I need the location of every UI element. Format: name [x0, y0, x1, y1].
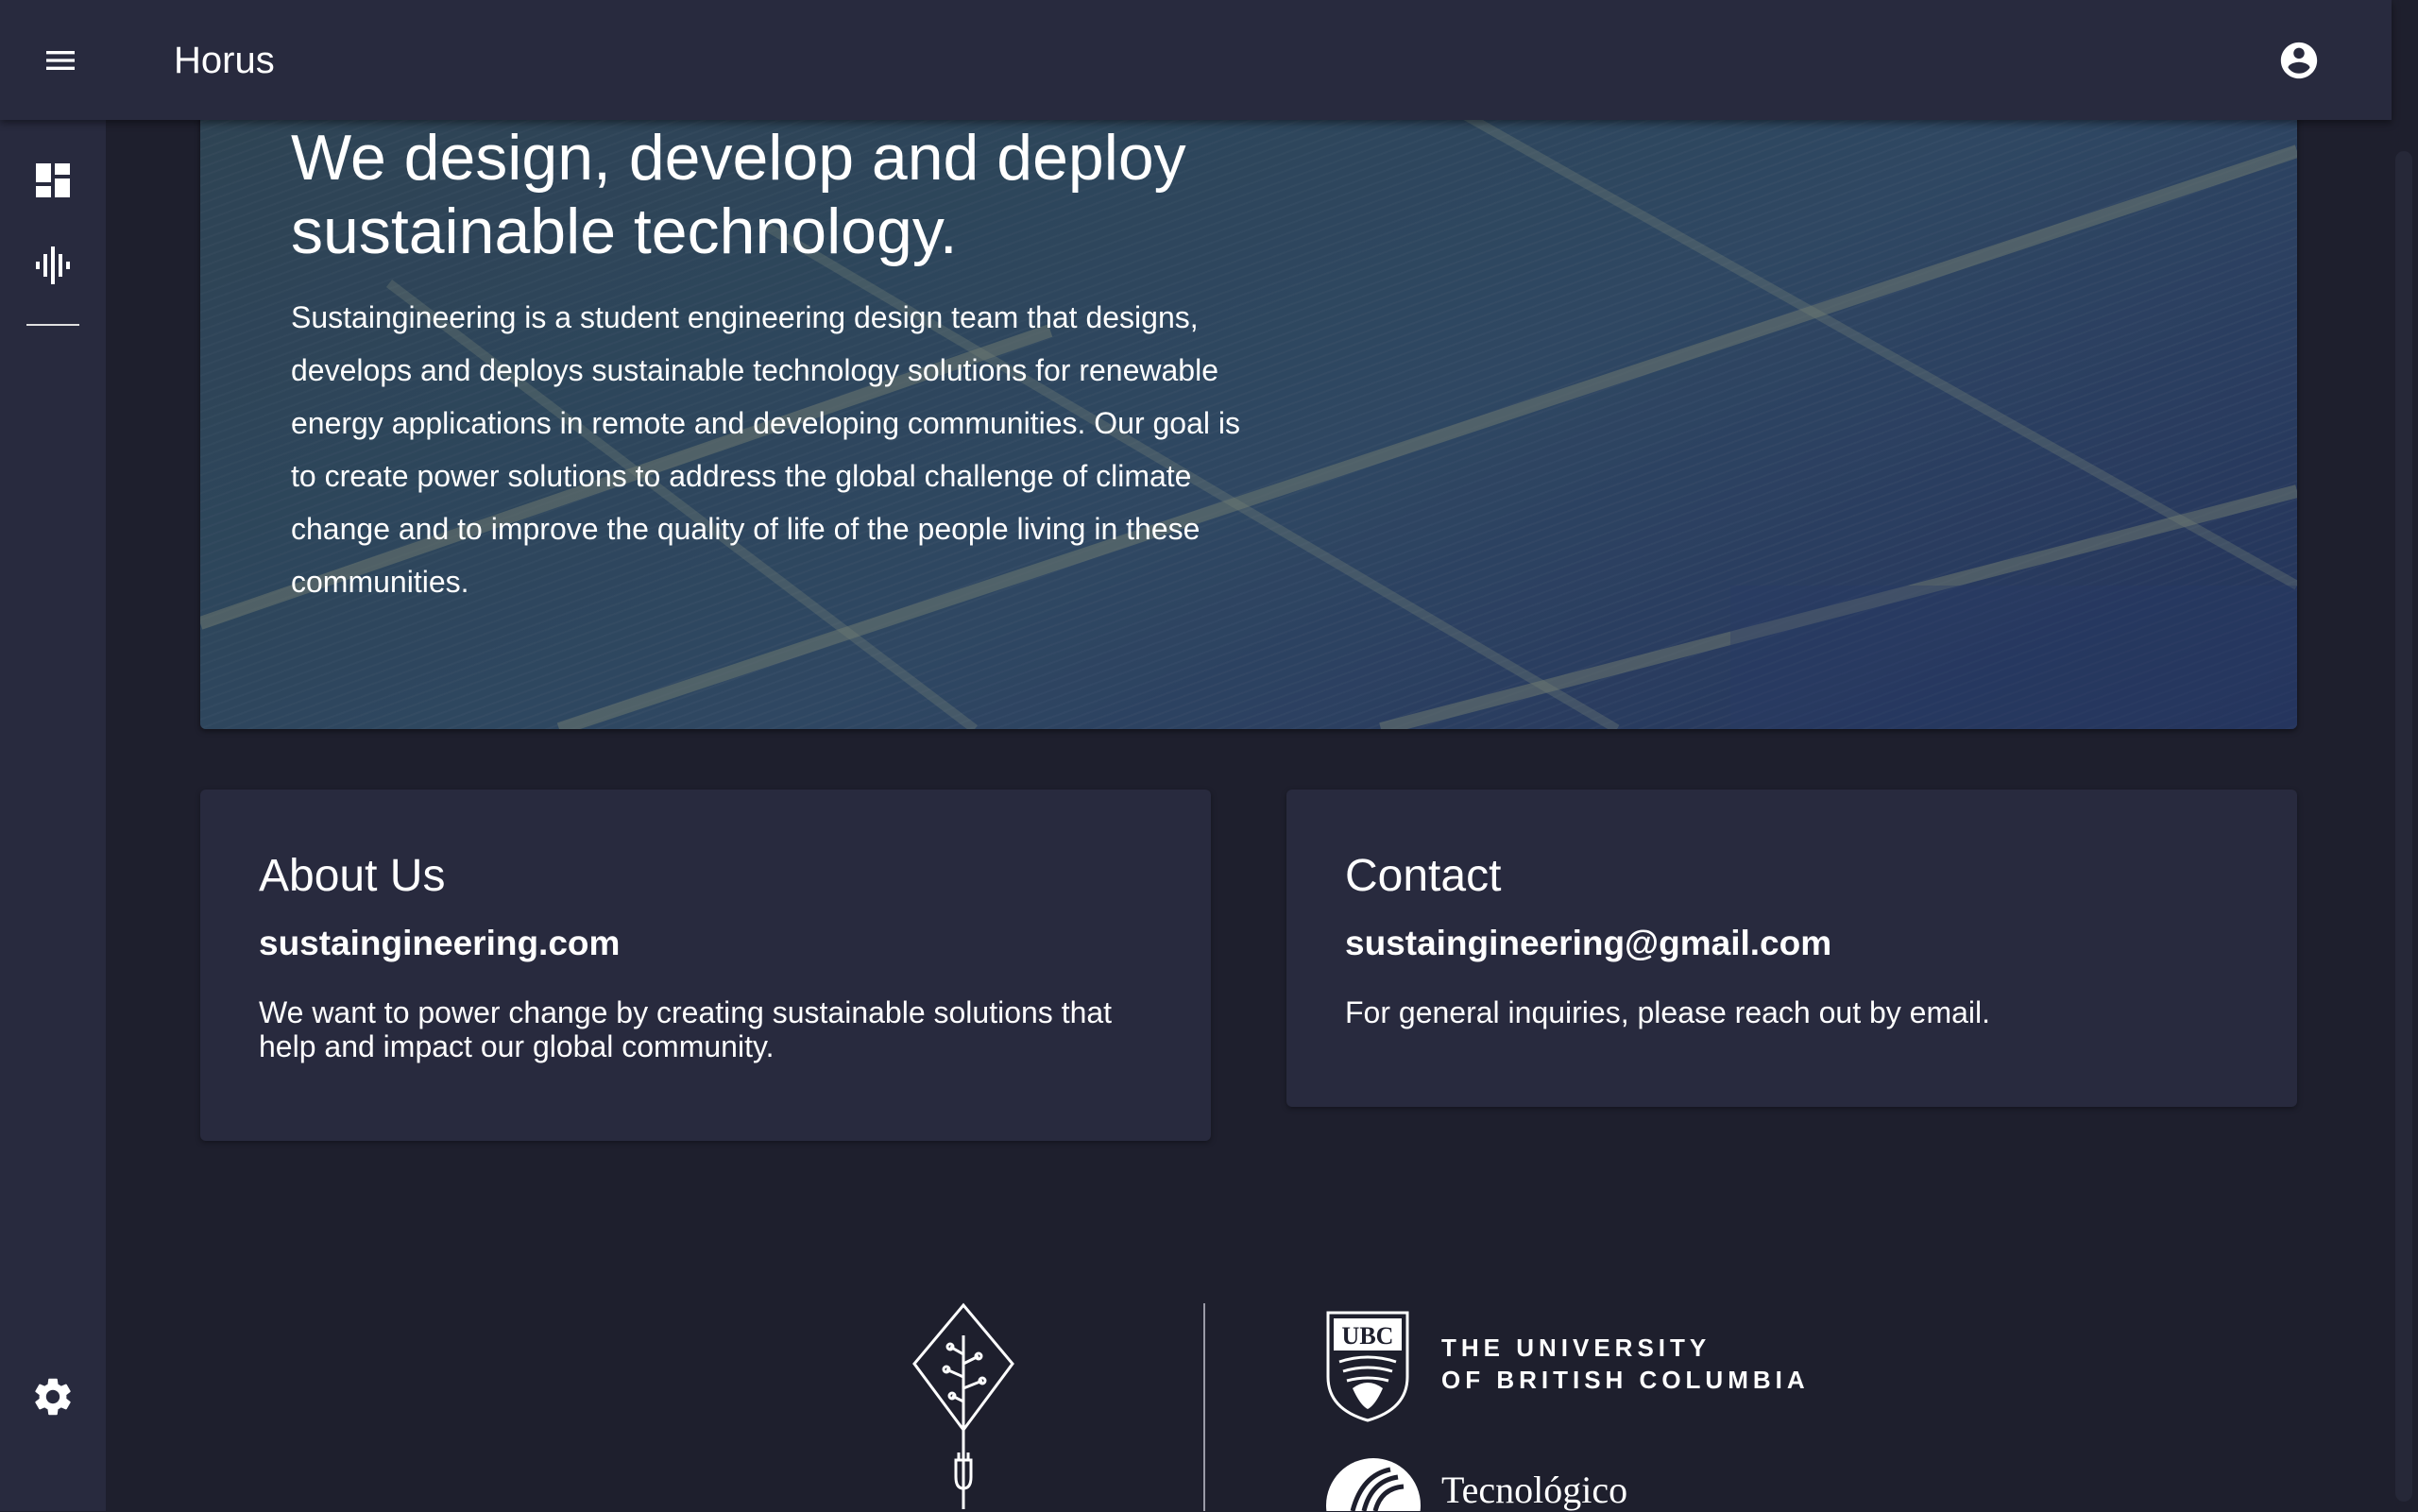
ubc-crest-logo: UBC	[1326, 1311, 1409, 1422]
ubc-name-line2: OF BRITISH COLUMBIA	[1441, 1366, 1810, 1394]
nav-divider	[26, 324, 79, 326]
sustaingineering-logo	[912, 1302, 1014, 1509]
contact-email: sustaingineering@gmail.com	[1345, 924, 1832, 962]
menu-button[interactable]	[34, 34, 87, 87]
account-button[interactable]	[2271, 32, 2327, 89]
page-scrollbar-thumb[interactable]	[2395, 151, 2412, 1502]
gear-icon	[35, 1378, 71, 1416]
ubc-crest-text: UBC	[1342, 1322, 1394, 1350]
app-title: Horus	[174, 40, 275, 81]
menu-icon	[46, 51, 75, 70]
ubc-name-line1: THE UNIVERSITY	[1441, 1334, 1711, 1362]
graphic-eq-icon	[36, 246, 70, 284]
contact-title: Contact	[1345, 851, 1502, 901]
hero-title: We design, develop and deploy sustainabl…	[291, 122, 1186, 267]
hero-banner: We design, develop and deploy sustainabl…	[200, 94, 2297, 729]
about-us-website: sustaingineering.com	[259, 924, 621, 962]
footer-divider	[1203, 1303, 1205, 1511]
tecnologico-name: Tecnológico	[1441, 1469, 1628, 1511]
nav-item-dashboard[interactable]	[26, 154, 79, 207]
contact-card: Contact sustaingineering@gmail.com For g…	[1286, 790, 2297, 1107]
nav-item-audio[interactable]	[26, 239, 79, 292]
tecnologico-logo	[1326, 1458, 1421, 1511]
app-bar: Horus	[0, 0, 2392, 120]
account-circle-icon	[2280, 42, 2318, 79]
about-us-card: About Us sustaingineering.com We want to…	[200, 790, 1211, 1141]
contact-text: For general inquiries, please reach out …	[1345, 995, 1991, 1029]
side-nav-rail	[0, 120, 106, 1511]
dashboard-icon	[36, 163, 70, 197]
hero-description: Sustaingineering is a student engineerin…	[291, 300, 1240, 599]
nav-item-settings[interactable]	[26, 1370, 79, 1423]
about-us-text: We want to power change by creating sust…	[259, 995, 1113, 1063]
about-us-title: About Us	[259, 851, 446, 901]
